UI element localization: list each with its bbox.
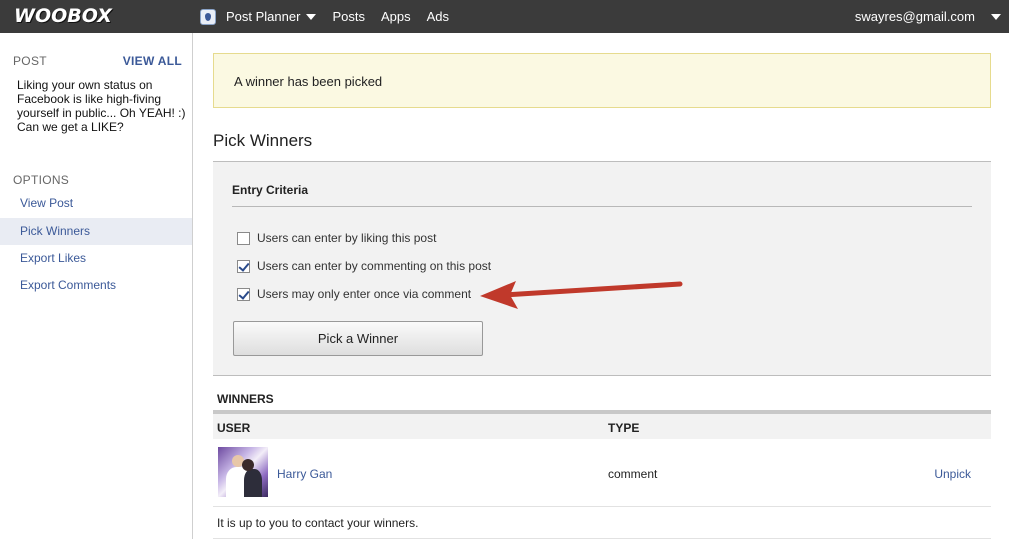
avatar[interactable] <box>218 447 268 497</box>
annotation-arrow-icon <box>480 281 683 309</box>
comment-checkbox-label: Users can enter by commenting on this po… <box>257 259 492 273</box>
criteria-divider <box>232 206 972 207</box>
criteria-comment-option[interactable]: Users can enter by commenting on this po… <box>237 259 491 273</box>
sidebar-item-export-likes[interactable]: Export Likes <box>0 245 192 272</box>
nav-ads[interactable]: Ads <box>427 9 449 24</box>
user-email[interactable]: swayres@gmail.com <box>855 9 975 24</box>
nav-apps[interactable]: Apps <box>381 9 411 24</box>
sidebar-item-pick-winners[interactable]: Pick Winners <box>0 218 192 245</box>
once-checkbox-label: Users may only enter once via comment <box>257 287 472 301</box>
like-checkbox[interactable] <box>237 231 250 245</box>
once-checkbox[interactable] <box>237 287 250 301</box>
chevron-down-icon[interactable] <box>306 13 317 20</box>
winner-name-link[interactable]: Harry Gan <box>277 467 332 481</box>
nav-posts[interactable]: Posts <box>332 9 365 24</box>
nav-post-planner[interactable]: Post Planner <box>226 9 300 24</box>
entry-criteria-title: Entry Criteria <box>232 183 309 197</box>
comment-checkbox[interactable] <box>237 259 250 273</box>
top-nav: Post Planner Posts Apps Ads <box>200 0 465 33</box>
winners-table-header: USER TYPE <box>213 414 991 439</box>
view-all-link[interactable]: VIEW ALL <box>123 54 182 68</box>
column-type: TYPE <box>608 421 640 435</box>
contact-winners-note: It is up to you to contact your winners. <box>217 516 419 530</box>
entry-criteria-panel: Entry Criteria Users can enter by liking… <box>213 162 991 376</box>
sidebar-item-view-post[interactable]: View Post <box>0 190 192 217</box>
like-checkbox-label: Users can enter by liking this post <box>257 231 437 245</box>
criteria-like-option[interactable]: Users can enter by liking this post <box>237 231 436 245</box>
sidebar: POST VIEW ALL Liking your own status on … <box>0 33 193 539</box>
post-planner-app-icon[interactable] <box>200 8 216 25</box>
column-user: USER <box>217 421 251 435</box>
page-title: Pick Winners <box>213 131 313 150</box>
table-row: Harry Gan comment Unpick <box>213 439 991 507</box>
user-menu-chevron-down-icon[interactable] <box>991 14 1001 20</box>
woobox-logo[interactable]: WOOBOX <box>14 5 112 27</box>
post-text: Liking your own status on Facebook is li… <box>17 78 186 134</box>
sidebar-item-export-comments[interactable]: Export Comments <box>0 272 192 299</box>
unpick-link[interactable]: Unpick <box>934 467 971 481</box>
top-bar: WOOBOX Post Planner Posts Apps Ads swayr… <box>0 0 1009 33</box>
winner-type: comment <box>608 467 658 481</box>
winners-heading: WINNERS <box>217 392 274 406</box>
criteria-once-option[interactable]: Users may only enter once via comment <box>237 287 471 301</box>
post-heading: POST <box>13 54 47 68</box>
options-heading: OPTIONS <box>13 173 70 187</box>
success-banner: A winner has been picked <box>213 53 991 108</box>
pick-a-winner-button[interactable]: Pick a Winner <box>233 321 483 356</box>
